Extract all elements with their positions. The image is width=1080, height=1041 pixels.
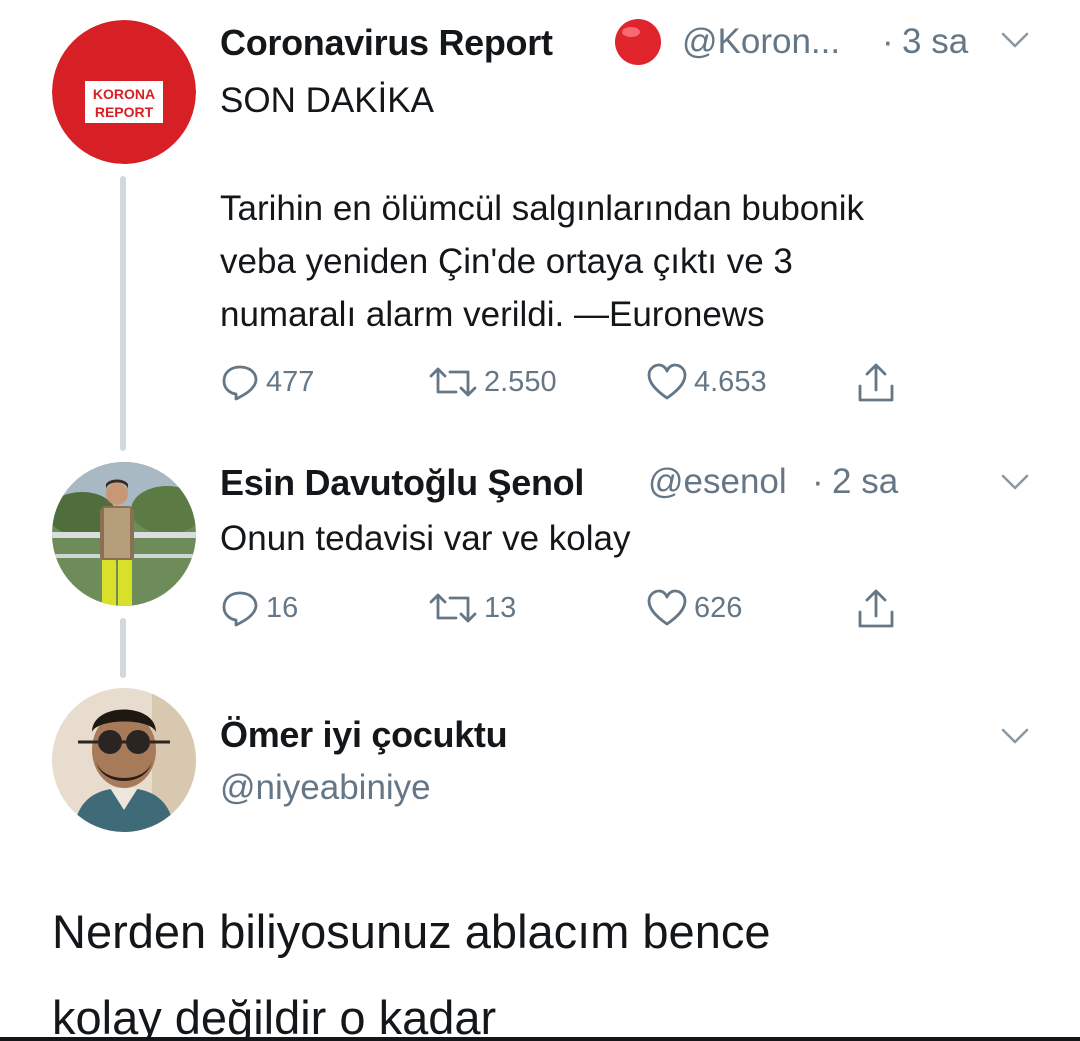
tweet2-text: Onun tedavisi var ve kolay [220, 519, 631, 558]
tweet2-like-button[interactable]: 626 [646, 588, 742, 628]
tweet1-text-line: SON DAKİKA [220, 81, 434, 120]
chevron-down-icon[interactable] [1000, 726, 1030, 746]
tweet3-handle[interactable]: @niyeabiniye [220, 768, 431, 808]
tweet2-like-count: 626 [694, 591, 743, 624]
tweet1-like-count: 4.653 [694, 365, 767, 398]
reply-text-line: kolay değildir o kadar [52, 991, 497, 1041]
reply-icon [222, 365, 258, 401]
tweet1-share-button[interactable] [856, 362, 896, 404]
tweet2-retweet-count: 13 [484, 591, 517, 624]
tweet2-share-button[interactable] [856, 588, 896, 630]
tweet2-retweet-button[interactable]: 13 [428, 588, 516, 628]
avatar-omer[interactable] [52, 688, 196, 832]
thread-connector-line [120, 176, 126, 451]
tweet2-display-name[interactable]: Esin Davutoğlu Şenol [220, 462, 584, 504]
chevron-down-icon[interactable] [1000, 30, 1030, 50]
reply-icon [222, 591, 258, 627]
retweet-icon [429, 593, 477, 623]
share-icon [858, 363, 894, 402]
tweet1-retweet-count: 2.550 [484, 365, 557, 398]
avatar-korona-report[interactable]: KORONA REPORT [52, 20, 196, 164]
heart-icon [647, 363, 687, 400]
tweet1-like-button[interactable]: 4.653 [646, 362, 767, 402]
avatar-logo-line2: REPORT [95, 104, 154, 120]
avatar-esin[interactable] [52, 462, 196, 606]
tweet3-display-name[interactable]: Ömer iyi çocuktu [220, 714, 508, 756]
retweet-icon [429, 367, 477, 397]
tweet1-text-line: numaralı alarm verildi. —Euronews [220, 295, 765, 334]
tweet2-separator-dot: · [812, 462, 824, 501]
tweet2-timestamp[interactable]: 2 sa [832, 462, 898, 502]
tweet1-handle[interactable]: @Koron... [682, 22, 840, 62]
avatar-logo-line1: KORONA [93, 86, 155, 102]
tweet1-reply-button[interactable]: 477 [220, 362, 314, 402]
tweet1-retweet-button[interactable]: 2.550 [428, 362, 557, 402]
tweet1-display-name[interactable]: Coronavirus Report [220, 22, 553, 64]
red-circle-icon [615, 19, 661, 65]
tweet1-separator-dot: · [882, 22, 894, 61]
bottom-edge-divider [0, 1037, 1080, 1041]
tweet2-reply-count: 16 [266, 591, 299, 624]
heart-icon [647, 589, 687, 626]
reply-text-line: Nerden biliyosunuz ablacım bence [52, 905, 771, 958]
tweet1-reply-count: 477 [266, 365, 315, 398]
tweet1-timestamp[interactable]: 3 sa [902, 22, 968, 62]
tweet1-text-line: Tarihin en ölümcül salgınlarından buboni… [220, 189, 865, 228]
thread-connector-line [120, 618, 126, 678]
tweet1-text-line: veba yeniden Çin'de ortaya çıktı ve 3 [220, 242, 793, 281]
tweet2-handle[interactable]: @esenol [648, 462, 787, 502]
tweet2-reply-button[interactable]: 16 [220, 588, 298, 628]
share-icon [858, 589, 894, 628]
chevron-down-icon[interactable] [1000, 472, 1030, 492]
tweet-thread-screenshot: KORONA REPORT Coronavirus Report @Koron.… [0, 0, 1080, 1041]
